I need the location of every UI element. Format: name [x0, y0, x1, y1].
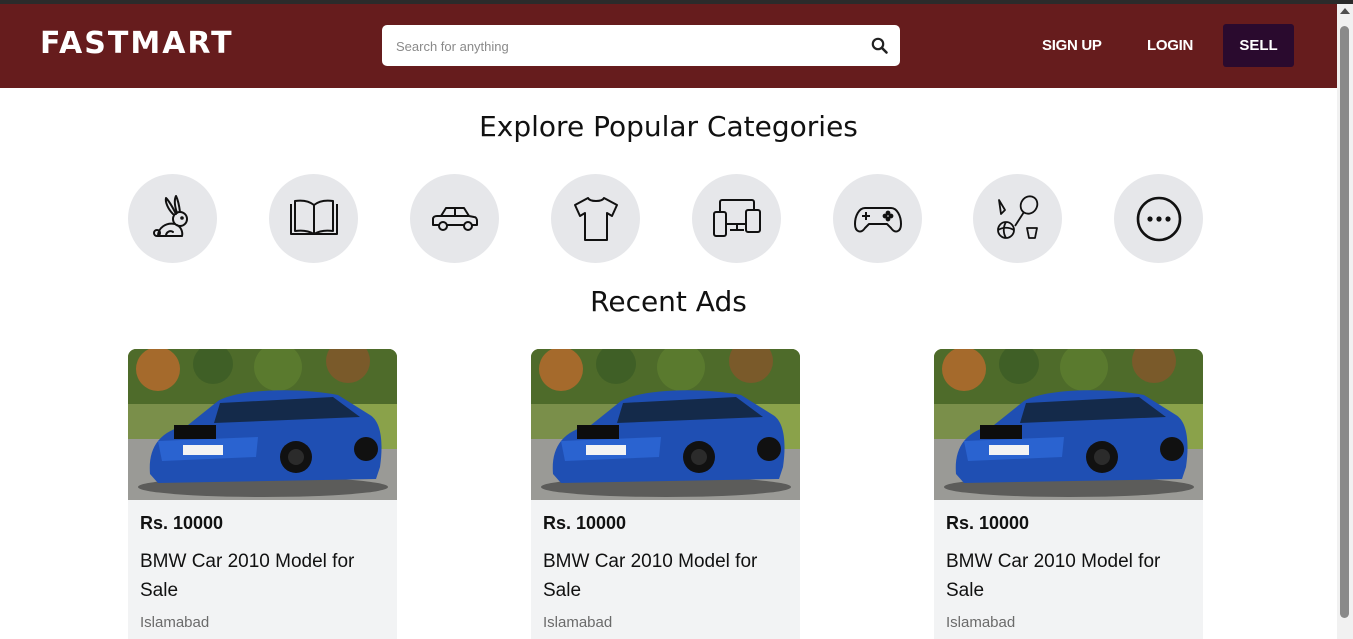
more-icon	[1136, 196, 1181, 241]
category-fashion[interactable]	[551, 174, 640, 263]
devices-icon	[712, 198, 761, 237]
login-link[interactable]: LOGIN	[1147, 37, 1193, 54]
ad-location: Islamabad	[946, 614, 1016, 631]
category-electronics[interactable]	[692, 174, 781, 263]
ad-image	[128, 349, 397, 500]
rabbit-icon	[152, 194, 188, 237]
ad-location: Islamabad	[543, 614, 613, 631]
signup-link[interactable]: SIGN UP	[1042, 37, 1102, 54]
sports-icon	[996, 194, 1038, 239]
category-games[interactable]	[833, 174, 922, 263]
ad-title[interactable]: BMW Car 2010 Model for Sale	[140, 547, 380, 605]
ad-image	[531, 349, 800, 500]
category-books[interactable]	[269, 174, 358, 263]
recent-ads-title: Recent Ads	[590, 285, 747, 318]
ad-price: Rs. 10000	[543, 513, 627, 533]
ad-card[interactable]: Rs. 10000 BMW Car 2010 Model for Sale Is…	[531, 349, 800, 639]
scroll-up-arrow-icon[interactable]	[1340, 8, 1350, 14]
ad-image	[934, 349, 1203, 500]
ad-location: Islamabad	[140, 614, 210, 631]
search-input[interactable]	[394, 34, 858, 58]
categories-title: Explore Popular Categories	[479, 110, 858, 143]
gamepad-icon	[853, 206, 902, 232]
car-icon	[431, 206, 478, 231]
search-bar	[382, 25, 900, 66]
site-header: FASTMART SIGN UP LOGIN SELL	[0, 4, 1337, 88]
ad-title[interactable]: BMW Car 2010 Model for Sale	[543, 547, 783, 605]
category-animals[interactable]	[128, 174, 217, 263]
ad-price: Rs. 10000	[140, 513, 224, 533]
sell-button[interactable]: SELL	[1223, 24, 1294, 67]
brand-logo[interactable]: FASTMART	[40, 26, 234, 61]
category-vehicles[interactable]	[410, 174, 499, 263]
scrollbar-thumb[interactable]	[1340, 26, 1349, 618]
tshirt-icon	[573, 196, 618, 241]
search-icon[interactable]	[870, 36, 890, 56]
book-icon	[289, 199, 338, 235]
ad-title[interactable]: BMW Car 2010 Model for Sale	[946, 547, 1186, 605]
ad-price: Rs. 10000	[946, 513, 1030, 533]
category-sports[interactable]	[973, 174, 1062, 263]
ad-card[interactable]: Rs. 10000 BMW Car 2010 Model for Sale Is…	[128, 349, 397, 639]
category-more[interactable]	[1114, 174, 1203, 263]
ad-card[interactable]: Rs. 10000 BMW Car 2010 Model for Sale Is…	[934, 349, 1203, 639]
